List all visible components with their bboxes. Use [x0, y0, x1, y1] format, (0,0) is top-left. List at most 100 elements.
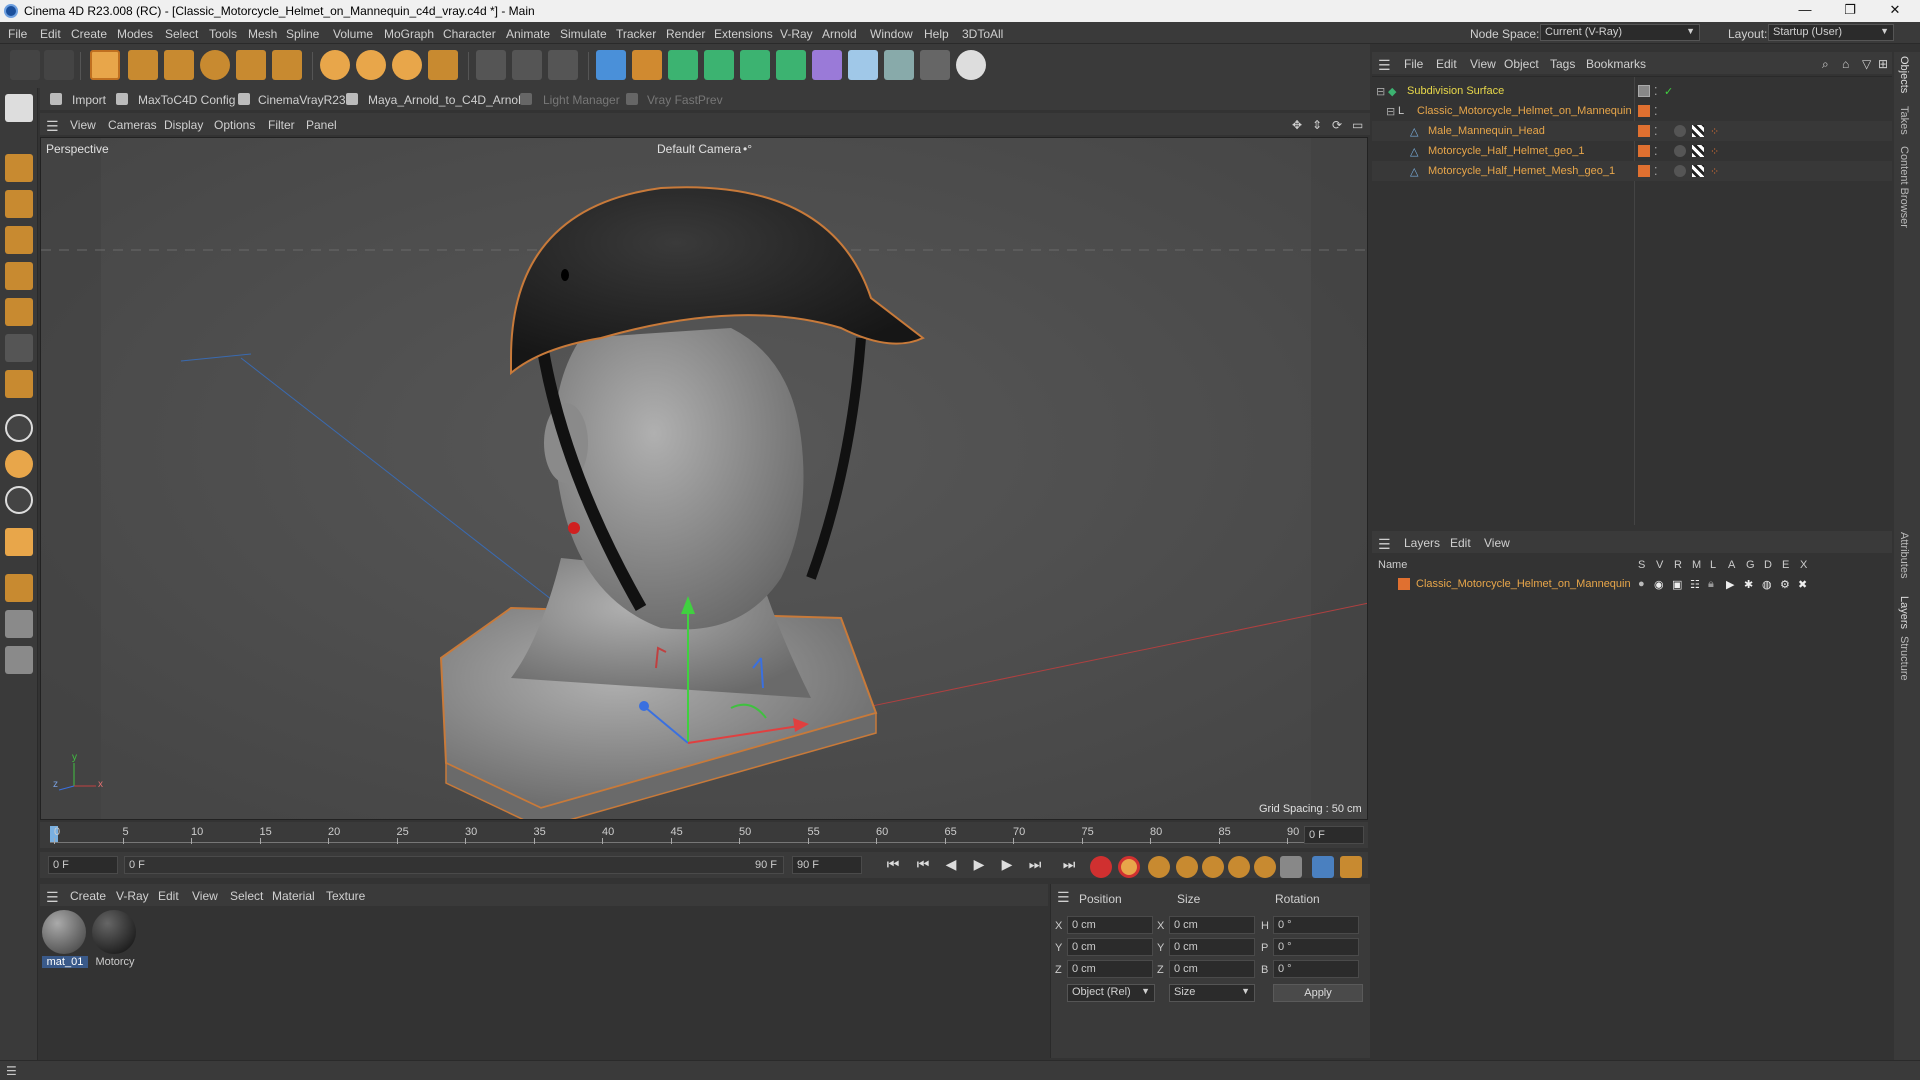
snap-s-icon[interactable] [5, 414, 33, 442]
position-key-icon[interactable] [1176, 856, 1198, 878]
xref-icon[interactable]: ✖ [1798, 578, 1807, 591]
phong-tag-icon[interactable] [1674, 125, 1686, 137]
enabled-check-icon[interactable]: ✓ [1664, 85, 1673, 98]
object-menu-bookmarks[interactable]: Bookmarks [1586, 57, 1646, 71]
collapse-icon[interactable]: ⊟ [1376, 85, 1385, 98]
uv-mode-icon[interactable] [5, 334, 33, 362]
object-menu-tags[interactable]: Tags [1550, 57, 1575, 71]
tab-takes[interactable]: Takes [1898, 106, 1910, 135]
material-swatch[interactable]: mat_01 [42, 910, 88, 970]
search-icon[interactable]: ⌕ [1822, 57, 1829, 72]
coordinate-system-icon[interactable] [428, 50, 458, 80]
coordinate-mode-select[interactable]: Object (Rel) ▼ [1067, 984, 1155, 1002]
quantize-icon[interactable] [5, 646, 33, 674]
previous-frame-icon[interactable]: ◀ [940, 856, 962, 876]
lock-icon[interactable]: 🔒︎ [1708, 578, 1714, 591]
menu-render[interactable]: Render [666, 27, 705, 41]
z-axis-lock-icon[interactable] [392, 50, 422, 80]
menu-volume[interactable]: Volume [333, 27, 373, 41]
menu-edit[interactable]: Edit [40, 27, 61, 41]
layer-menu-view[interactable]: View [1484, 536, 1510, 550]
tab-content-browser[interactable]: Content Browser [1898, 146, 1910, 228]
parameter-key-icon[interactable] [1254, 856, 1276, 878]
viewport-menu-options[interactable]: Options [214, 118, 255, 132]
render-icon[interactable]: ▣ [1672, 578, 1682, 591]
expression-icon[interactable]: ⚙ [1780, 578, 1790, 591]
material-tag-icon[interactable] [1692, 145, 1704, 157]
end-frame-field[interactable]: 90 F [792, 856, 862, 874]
camera-icon[interactable] [920, 50, 950, 80]
menu-spline[interactable]: Spline [286, 27, 319, 41]
position-y-field[interactable]: 0 cm [1067, 938, 1153, 956]
move-icon[interactable] [128, 50, 158, 80]
axis-mode-icon[interactable] [5, 370, 33, 398]
menu-extensions[interactable]: Extensions [714, 27, 773, 41]
model-mode-icon[interactable] [5, 154, 33, 182]
edges-mode-icon[interactable] [5, 262, 33, 290]
render-to-picture-viewer-icon[interactable] [512, 50, 542, 80]
create-icon[interactable] [272, 50, 302, 80]
animation-icon[interactable]: ▶ [1726, 578, 1734, 591]
size-z-field[interactable]: 0 cm [1169, 960, 1255, 978]
start-frame-field[interactable]: 0 F [48, 856, 118, 874]
light-manager-button[interactable]: Light Manager [543, 93, 620, 107]
filter-icon[interactable]: ▽ [1862, 57, 1871, 71]
visibility-dots-icon[interactable]: ⁚ [1654, 165, 1658, 178]
cinemavray-button[interactable]: CinemaVrayR23 [258, 93, 346, 107]
go-to-start-icon[interactable]: ⏮ [882, 856, 904, 876]
object-menu-file[interactable]: File [1404, 57, 1423, 71]
hamburger-icon[interactable]: ☰ [1378, 57, 1391, 74]
menu-vray[interactable]: V-Ray [780, 27, 813, 41]
vray-tag-icon[interactable]: ⁘ [1710, 125, 1719, 138]
play-icon[interactable]: ▶ [968, 856, 990, 876]
menu-simulate[interactable]: Simulate [560, 27, 607, 41]
light-icon[interactable] [956, 50, 986, 80]
cube-primitive-icon[interactable] [596, 50, 626, 80]
undo-icon[interactable] [10, 50, 40, 80]
visibility-dots-icon[interactable]: ⁚ [1654, 105, 1658, 118]
material-menu-edit[interactable]: Edit [158, 889, 179, 903]
close-button[interactable]: ✕ [1880, 2, 1910, 20]
node-space-select[interactable]: Current (V-Ray) ▼ [1540, 24, 1700, 41]
viewport-menu-cameras[interactable]: Cameras [108, 118, 157, 132]
restore-button[interactable]: ❐ [1835, 2, 1865, 20]
viewport-pan-icon[interactable]: ✥ [1292, 118, 1302, 132]
tab-objects[interactable]: Objects [1898, 56, 1910, 93]
maxtoc4d-config-button[interactable]: MaxToC4D Config [138, 93, 235, 107]
hamburger-icon[interactable]: ☰ [46, 118, 59, 135]
menu-file[interactable]: File [8, 27, 27, 41]
menu-select[interactable]: Select [165, 27, 198, 41]
visibility-dots-icon[interactable]: ⁚ [1654, 145, 1658, 158]
size-mode-select[interactable]: Size ▼ [1169, 984, 1255, 1002]
material-menu-select[interactable]: Select [230, 889, 263, 903]
new-window-icon[interactable]: ⊞ [1878, 57, 1888, 71]
object-menu-edit[interactable]: Edit [1436, 57, 1457, 71]
menu-create[interactable]: Create [71, 27, 107, 41]
object-menu-view[interactable]: View [1470, 57, 1496, 71]
rotation-h-field[interactable]: 0 ° [1273, 916, 1359, 934]
menu-arnold[interactable]: Arnold [822, 27, 857, 41]
field-icon[interactable] [848, 50, 878, 80]
y-axis-lock-icon[interactable] [356, 50, 386, 80]
current-frame-field[interactable]: 0 F [1304, 826, 1364, 844]
object-row[interactable]: △ Male_Mannequin_Head ⁚ ⁘ [1372, 121, 1892, 141]
object-row[interactable]: △ Motorcycle_Half_Hemet_Mesh_geo_1 ⁚ ⁘ [1372, 161, 1892, 181]
hamburger-icon[interactable]: ☰ [6, 1064, 17, 1078]
visibility-dots-icon[interactable]: ⁚ [1654, 85, 1658, 98]
phong-tag-icon[interactable] [1674, 165, 1686, 177]
object-menu-object[interactable]: Object [1504, 57, 1539, 71]
viewport-menu-filter[interactable]: Filter [268, 118, 295, 132]
bend-deformer-icon[interactable] [812, 50, 842, 80]
hamburger-icon[interactable]: ☰ [46, 889, 59, 906]
3d-viewport[interactable]: Perspective Default Camera •° Grid Spaci… [40, 137, 1368, 820]
menu-tracker[interactable]: Tracker [616, 27, 656, 41]
polygons-mode-icon[interactable] [5, 298, 33, 326]
menu-mograph[interactable]: MoGraph [384, 27, 434, 41]
home-icon[interactable]: ⌂ [1842, 57, 1849, 71]
material-swatch[interactable]: Motorcy [92, 910, 138, 970]
material-menu-vray[interactable]: V-Ray [116, 889, 149, 903]
floor-icon[interactable] [884, 50, 914, 80]
x-axis-lock-icon[interactable] [320, 50, 350, 80]
scale-icon[interactable] [164, 50, 194, 80]
subdivision-surface-icon[interactable] [668, 50, 698, 80]
